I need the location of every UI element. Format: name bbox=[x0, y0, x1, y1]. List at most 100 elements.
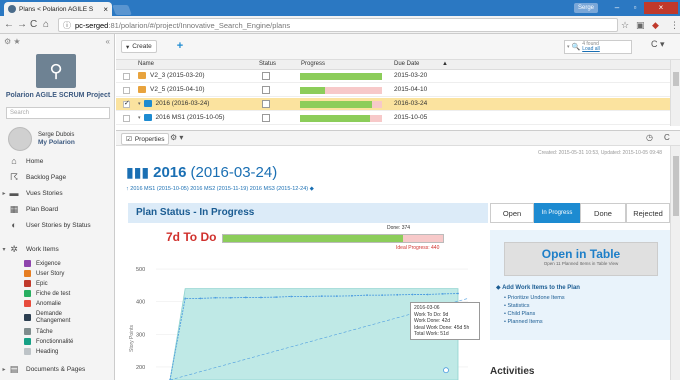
extension-icon[interactable]: ▣ bbox=[636, 19, 645, 31]
sidebar-item-backlog-page[interactable]: ☈ Backlog Page bbox=[0, 170, 114, 184]
close-window-button[interactable]: × bbox=[644, 2, 678, 14]
work-item-type-fiche-de-test[interactable]: Fiche de test bbox=[24, 289, 70, 298]
work-item-type-fonctionnalite[interactable]: Fonctionnalité bbox=[24, 337, 73, 346]
column-status[interactable]: Status bbox=[259, 61, 276, 67]
tab-done[interactable]: Done bbox=[580, 203, 626, 223]
grid-scrollbar[interactable] bbox=[670, 60, 680, 126]
data-point[interactable] bbox=[381, 294, 384, 297]
history-icon[interactable]: ◷ bbox=[646, 133, 653, 142]
maximize-button[interactable]: ▫ bbox=[626, 2, 644, 14]
row-checkbox[interactable] bbox=[123, 87, 130, 94]
sidebar-collapse-icon[interactable]: « bbox=[106, 37, 110, 46]
plans-search-input[interactable]: ▾ 🔍 4 found Load all bbox=[564, 40, 632, 54]
data-point[interactable] bbox=[290, 295, 293, 298]
data-point[interactable] bbox=[229, 296, 232, 299]
expand-arrow-icon[interactable]: ▸ bbox=[0, 366, 8, 373]
sidebar-item-plan-board[interactable]: ▦ Plan Board bbox=[0, 202, 114, 216]
data-point[interactable] bbox=[305, 295, 308, 298]
tab-in-progress[interactable]: In Progress bbox=[534, 203, 580, 223]
data-point[interactable] bbox=[457, 292, 459, 295]
user-block[interactable]: Serge Dubois My Polarion bbox=[4, 125, 112, 153]
bookmark-star-icon[interactable]: ☆ bbox=[621, 19, 629, 31]
table-row[interactable]: V2_3 (2015-03-20) 2015-03-20 bbox=[116, 70, 670, 83]
tab-open[interactable]: Open bbox=[490, 203, 534, 223]
new-tab-button[interactable] bbox=[112, 5, 132, 15]
statistics-link[interactable]: • Statistics bbox=[504, 302, 565, 310]
browser-tab[interactable]: Plans < Polarion AGILE S × bbox=[4, 2, 112, 16]
data-point[interactable] bbox=[214, 296, 217, 299]
menu-icon[interactable]: ⋮ bbox=[670, 19, 679, 31]
work-item-type-user-story[interactable]: User Story bbox=[24, 269, 64, 278]
back-icon[interactable]: ← bbox=[4, 19, 14, 31]
column-name[interactable]: Name bbox=[138, 61, 154, 67]
create-button[interactable]: ▾ Create bbox=[121, 40, 157, 53]
tab-close-icon[interactable]: × bbox=[103, 5, 108, 14]
data-point[interactable] bbox=[335, 295, 338, 298]
project-title[interactable]: Polarion AGILE SCRUM Project bbox=[4, 92, 112, 100]
data-point[interactable] bbox=[275, 296, 278, 299]
add-plan-icon[interactable]: + bbox=[173, 40, 187, 53]
search-dropdown-icon[interactable]: ▾ bbox=[567, 44, 570, 50]
profile-chip[interactable]: Serge bbox=[574, 3, 599, 13]
parent-arrow-icon[interactable]: ↑ bbox=[126, 186, 129, 192]
minimize-button[interactable]: – bbox=[608, 2, 626, 14]
data-point[interactable] bbox=[184, 297, 187, 300]
work-item-type-anomalie[interactable]: Anomalie bbox=[24, 299, 61, 308]
planned-items-link[interactable]: • Planned Items bbox=[504, 318, 565, 326]
sidebar-search-input[interactable]: Search bbox=[6, 107, 110, 119]
forward-icon[interactable]: → bbox=[17, 19, 27, 31]
expand-arrow-icon[interactable]: ▾ bbox=[138, 115, 141, 121]
extension-red-icon[interactable]: ◆ bbox=[652, 19, 659, 31]
child-plans-link[interactable]: • Child Plans bbox=[504, 310, 565, 318]
reload-icon[interactable]: C bbox=[30, 19, 37, 31]
sidebar-item-documents-pages[interactable]: ▸ ▤ Documents & Pages bbox=[0, 362, 114, 376]
tab-rejected[interactable]: Rejected bbox=[626, 203, 670, 223]
work-item-type-exigence[interactable]: Exigence bbox=[24, 259, 61, 268]
data-point[interactable] bbox=[244, 296, 247, 299]
plan-name-cell[interactable]: ▾ 2016 MS1 (2015-10-05) bbox=[138, 114, 225, 121]
sort-asc-icon[interactable]: ▲ bbox=[442, 61, 448, 67]
data-point[interactable] bbox=[260, 296, 262, 299]
work-item-type-heading[interactable]: Heading bbox=[24, 347, 58, 356]
my-polarion-link[interactable]: My Polarion bbox=[38, 139, 75, 147]
plan-name-cell[interactable]: V2_5 (2015-04-10) bbox=[138, 86, 205, 93]
open-in-table-button[interactable]: Open in Table Open 11 Planned Items in T… bbox=[504, 242, 658, 276]
plan-name-cell[interactable]: ▾ 2016 (2016-03-24) bbox=[138, 100, 209, 107]
gear-icon[interactable]: ⚙ ▾ bbox=[170, 133, 183, 142]
table-row[interactable]: ✓ ▾ 2016 (2016-03-24) 2016-03-24 bbox=[116, 98, 670, 111]
sidebar-item-user-stories-by-status[interactable]: ◐ User Stories by Status bbox=[0, 218, 114, 232]
site-info-icon[interactable]: ⓘ bbox=[63, 20, 71, 31]
search-icon[interactable]: 🔍 bbox=[572, 43, 581, 51]
row-checkbox[interactable]: ✓ bbox=[123, 100, 130, 108]
data-point[interactable] bbox=[426, 293, 429, 296]
table-row[interactable]: V2_5 (2015-04-10) 2015-04-10 bbox=[116, 84, 670, 97]
row-checkbox[interactable] bbox=[123, 73, 130, 80]
prioritize-link[interactable]: • Prioritize Undone Items bbox=[504, 294, 565, 302]
reload-plan-icon[interactable]: C bbox=[664, 133, 670, 142]
data-point[interactable] bbox=[320, 295, 323, 298]
collapse-arrow-icon[interactable]: ▾ bbox=[0, 246, 8, 253]
data-point[interactable] bbox=[199, 297, 202, 300]
settings-gear-icon[interactable]: ⚙ ★ bbox=[4, 37, 21, 46]
data-point[interactable] bbox=[411, 293, 414, 296]
column-progress[interactable]: Progress bbox=[301, 61, 325, 67]
row-checkbox[interactable] bbox=[123, 115, 130, 122]
document-scrollbar[interactable] bbox=[670, 146, 680, 380]
data-point[interactable] bbox=[350, 294, 353, 297]
data-point[interactable] bbox=[396, 293, 399, 296]
sidebar-item-work-items[interactable]: ▾ ✲ Work Items bbox=[0, 242, 114, 256]
data-point[interactable] bbox=[441, 292, 444, 295]
refresh-icon[interactable]: C ▾ bbox=[651, 39, 665, 50]
home-icon[interactable]: ⌂ bbox=[43, 19, 49, 31]
child-plan-links-text[interactable]: 2016 MS1 (2015-10-05) 2016 MS2 (2015-11-… bbox=[130, 186, 308, 192]
work-item-type-tache[interactable]: Tâche bbox=[24, 327, 53, 336]
sidebar-item-vues-stories[interactable]: ▸ ▬ Vues Stories bbox=[0, 186, 114, 200]
work-item-type-demande-changement[interactable]: Demande Changement bbox=[24, 309, 96, 326]
hover-marker[interactable] bbox=[443, 367, 449, 374]
sidebar-item-home[interactable]: ⌂ Home bbox=[0, 154, 114, 168]
expand-arrow-icon[interactable]: ▾ bbox=[138, 101, 141, 107]
table-row[interactable]: ▾ 2016 MS1 (2015-10-05) 2015-10-05 bbox=[116, 112, 670, 125]
data-point[interactable] bbox=[366, 294, 368, 297]
address-bar[interactable]: ⓘ pc-serged :81/polarion/#/project/Innov… bbox=[58, 18, 618, 32]
plan-name-cell[interactable]: V2_3 (2015-03-20) bbox=[138, 72, 205, 79]
